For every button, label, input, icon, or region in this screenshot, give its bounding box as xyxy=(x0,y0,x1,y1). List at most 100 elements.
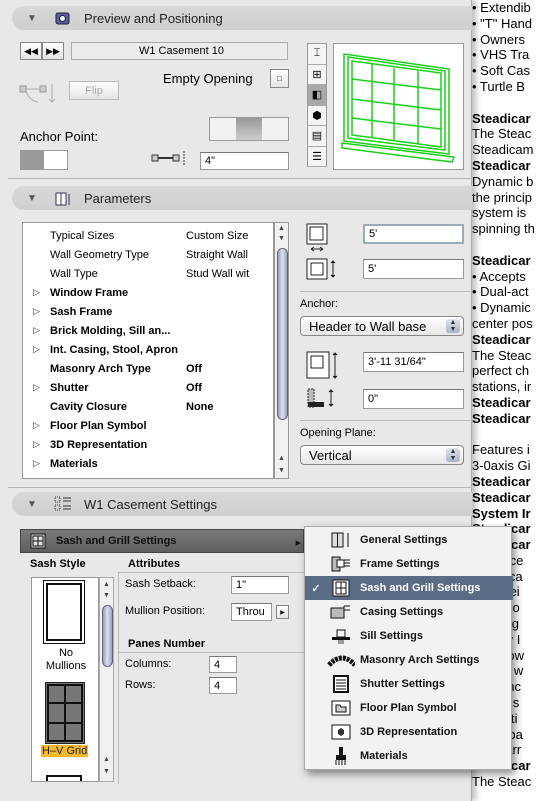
sash-setback-input[interactable]: 1" xyxy=(231,576,289,594)
parameter-row[interactable]: Masonry Arch Type Off xyxy=(23,359,273,378)
parameter-name: Options xyxy=(50,477,92,479)
parameter-list-scrollbar[interactable]: ▲ ▼ ▲ ▼ xyxy=(274,222,289,479)
view-button[interactable]: ⌶ xyxy=(308,44,326,65)
settings-list-icon xyxy=(54,495,72,513)
menu-item-label: Materials xyxy=(360,750,408,762)
parameter-row[interactable]: Cavity Closure None xyxy=(23,397,273,416)
expand-triangle-icon[interactable]: ▷ xyxy=(33,477,40,478)
scroll-down-arrow-icon[interactable]: ▼ xyxy=(278,467,285,474)
view-button[interactable]: ⊞ xyxy=(308,65,326,85)
sash-style-option-selected[interactable]: H–V Grid xyxy=(32,682,98,762)
anchor-label: Anchor: xyxy=(300,298,338,310)
view-button[interactable]: ◧ xyxy=(308,85,326,106)
wall-position-outer[interactable] xyxy=(210,118,236,140)
menu-item[interactable]: 3D Representation xyxy=(305,720,513,744)
parameter-row[interactable]: ▷ 3D Representation xyxy=(23,435,273,454)
expand-triangle-icon[interactable]: ▷ xyxy=(33,420,40,431)
scroll-thumb[interactable] xyxy=(277,248,288,420)
section-header-casement-settings[interactable]: ▼ W1 Casement Settings xyxy=(12,492,472,516)
menu-item[interactable]: Sill Settings xyxy=(305,624,513,648)
menu-item[interactable]: Masonry Arch Settings xyxy=(305,648,513,672)
opening-orientation-icon xyxy=(18,76,56,107)
parameter-row[interactable]: ▷ Sash Frame xyxy=(23,302,273,321)
sash-style-option[interactable]: No Mullions xyxy=(32,580,98,675)
sash-style-list: No Mullions H–V Grid xyxy=(31,577,99,782)
opening-plane-select[interactable]: Vertical ▲ ▼ xyxy=(300,445,464,465)
empty-opening-button[interactable]: □ xyxy=(270,69,289,88)
settings-page-selector[interactable]: Sash and Grill Settings ▶ xyxy=(20,529,304,553)
sill-offset-input[interactable]: 0" xyxy=(363,389,464,409)
opening-plane-label: Opening Plane: xyxy=(300,427,376,439)
menu-item-label: Masonry Arch Settings xyxy=(360,654,480,666)
scroll-down-arrow-icon[interactable]: ▼ xyxy=(103,592,110,599)
offset-input[interactable]: 4" xyxy=(200,152,289,170)
parameter-name: Floor Plan Symbol xyxy=(50,419,147,432)
disclosure-triangle-icon[interactable]: ▼ xyxy=(22,13,42,24)
columns-input[interactable]: 4 xyxy=(209,656,237,673)
parameter-row[interactable]: ▷ Materials xyxy=(23,454,273,473)
parameter-list: Typical Sizes Custom Size Wall Geometry Ty… xyxy=(22,222,274,479)
parameter-row[interactable]: ▷ Int. Casing, Stool, Apron xyxy=(23,340,273,359)
menu-item[interactable]: Shutter Settings xyxy=(305,672,513,696)
document-line: stations, ir xyxy=(472,379,532,395)
sash-style-scrollbar[interactable]: ▲ ▼ ▲ ▼ xyxy=(99,577,114,782)
anchor-select[interactable]: Header to Wall base ▲ ▼ xyxy=(300,316,464,336)
scroll-up-arrow-icon[interactable]: ▲ xyxy=(278,225,285,232)
mullion-position-menu-button[interactable]: ▶ xyxy=(276,605,289,619)
flip-button[interactable]: Flip xyxy=(69,81,119,100)
rows-input[interactable]: 4 xyxy=(209,677,237,694)
disclosure-triangle-icon[interactable]: ▼ xyxy=(22,193,42,204)
wall-position-inner[interactable] xyxy=(262,118,288,140)
view-button[interactable]: ⬢ xyxy=(308,106,326,126)
mullion-position-field[interactable]: Throu xyxy=(231,603,272,621)
view-button[interactable]: ▤ xyxy=(308,126,326,147)
expand-triangle-icon[interactable]: ▷ xyxy=(33,325,40,336)
parameter-row[interactable]: ▷ Window Frame xyxy=(23,283,273,302)
width-input[interactable]: 5' xyxy=(363,224,464,244)
menu-item[interactable]: Casing Settings xyxy=(305,600,513,624)
expand-triangle-icon[interactable]: ▷ xyxy=(33,439,40,450)
document-line: • Dynamic xyxy=(472,300,531,316)
view-button[interactable]: ☰ xyxy=(308,147,326,167)
scroll-down-arrow-icon[interactable]: ▼ xyxy=(278,235,285,242)
menu-item[interactable]: General Settings xyxy=(305,528,513,552)
small-square-icon: □ xyxy=(277,74,282,83)
previous-button[interactable]: ◀◀ xyxy=(20,42,42,60)
scroll-up-arrow-icon[interactable]: ▲ xyxy=(103,756,110,763)
anchor-right-option[interactable] xyxy=(44,151,67,169)
scroll-up-arrow-icon[interactable]: ▲ xyxy=(278,455,285,462)
menu-item[interactable]: Frame Settings xyxy=(305,552,513,576)
parameter-row[interactable]: Typical Sizes Custom Size xyxy=(23,226,273,245)
scroll-thumb[interactable] xyxy=(102,605,113,667)
height-input[interactable]: 5' xyxy=(363,259,464,279)
expand-triangle-icon[interactable]: ▷ xyxy=(33,287,40,298)
scroll-down-arrow-icon[interactable]: ▼ xyxy=(103,768,110,775)
expand-triangle-icon[interactable]: ▷ xyxy=(33,344,40,355)
parameter-row[interactable]: ▷ Shutter Off xyxy=(23,378,273,397)
next-button[interactable]: ▶▶ xyxy=(42,42,64,60)
section-header-preview[interactable]: ▼ Preview and Positioning xyxy=(12,6,472,30)
parameter-row[interactable]: ▷ Options xyxy=(23,473,273,479)
anchor-left-option[interactable] xyxy=(21,151,44,169)
menu-item[interactable]: ✓ Sash and Grill Settings xyxy=(305,576,513,600)
parameter-row[interactable]: Wall Geometry Type Straight Wall xyxy=(23,245,273,264)
current-page-label: Sash and Grill Settings xyxy=(56,535,177,547)
header-height-input[interactable]: 3'-11 31/64" xyxy=(363,352,464,372)
menu-item[interactable]: Floor Plan Symbol xyxy=(305,696,513,720)
attributes-label: Attributes xyxy=(128,558,180,570)
parameter-row[interactable]: ▷ Floor Plan Symbol xyxy=(23,416,273,435)
expand-triangle-icon[interactable]: ▷ xyxy=(33,458,40,469)
parameter-row[interactable]: Wall Type Stud Wall wit xyxy=(23,264,273,283)
expand-triangle-icon[interactable]: ▷ xyxy=(33,306,40,317)
menu-item[interactable]: Materials xyxy=(305,744,513,768)
expand-triangle-icon[interactable]: ▷ xyxy=(33,382,40,393)
wall-position-center[interactable] xyxy=(236,118,262,140)
section-header-parameters[interactable]: ▼ Parameters xyxy=(12,186,472,210)
anchor-point-selector[interactable] xyxy=(20,150,68,170)
document-line: center pos xyxy=(472,315,533,331)
wall-position-selector[interactable] xyxy=(209,117,289,141)
fast-forward-icon: ▶▶ xyxy=(46,45,60,56)
disclosure-triangle-icon[interactable]: ▼ xyxy=(22,499,42,510)
parameter-row[interactable]: ▷ Brick Molding, Sill an... xyxy=(23,321,273,340)
scroll-up-arrow-icon[interactable]: ▲ xyxy=(103,581,110,588)
